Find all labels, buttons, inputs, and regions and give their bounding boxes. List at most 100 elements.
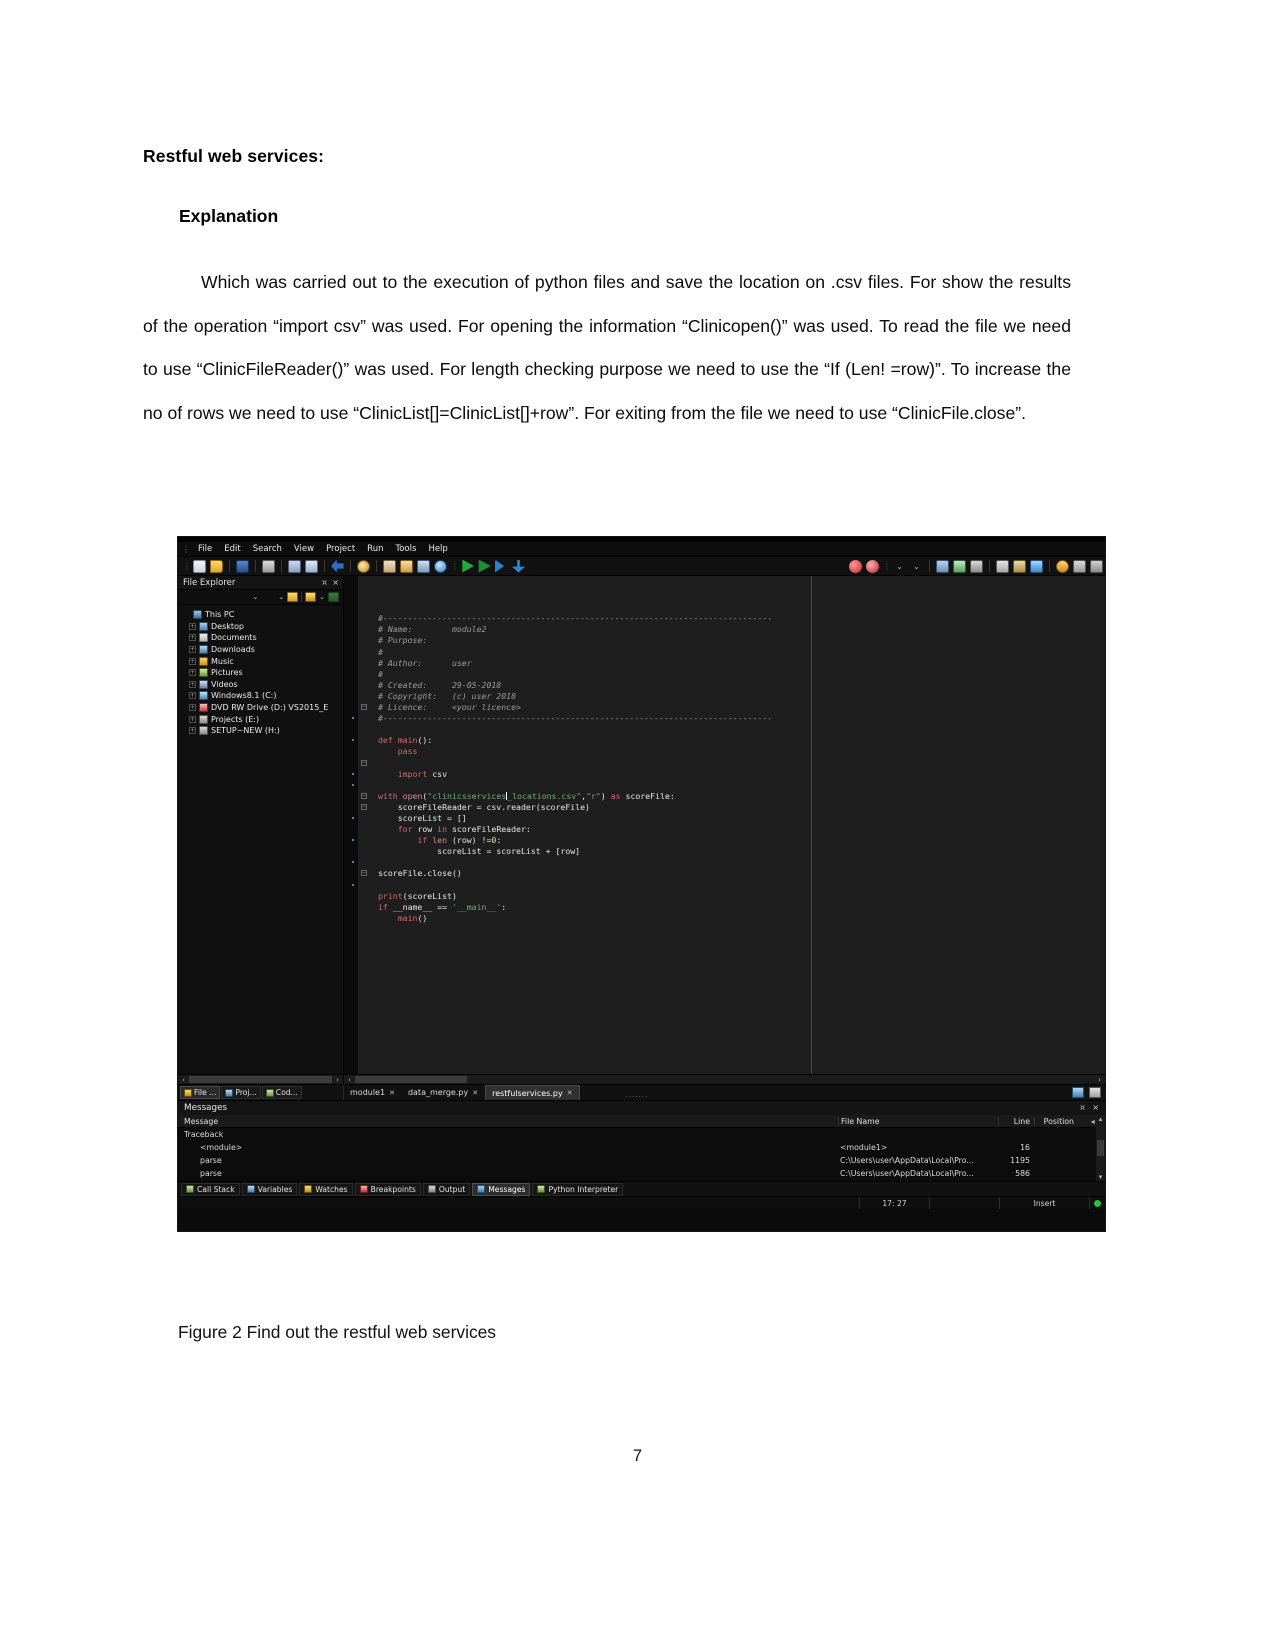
panel-icon[interactable] [1090, 559, 1103, 573]
tree-item[interactable]: + Documents [182, 632, 343, 644]
bottom-tab-python-interpreter[interactable]: Python Interpreter [532, 1182, 624, 1196]
find-icon[interactable] [357, 559, 370, 573]
explorer-filter-icon[interactable] [328, 592, 339, 602]
bottom-dock-tabs[interactable]: Call Stack Variables Watches Breakpoints Out… [178, 1181, 1105, 1196]
menu-item-edit[interactable]: Edit [218, 544, 246, 554]
tree-expander-icon[interactable]: + [189, 669, 196, 677]
fold-gutter-row[interactable] [358, 669, 374, 680]
editor-file-tabs[interactable]: module1 ✕ data_merge.py ✕ restfulservice… [344, 1085, 1105, 1100]
tree-item[interactable]: + Pictures [182, 667, 343, 679]
goto-icon[interactable] [400, 559, 413, 573]
fold-gutter-row[interactable] [358, 846, 374, 857]
scroll-right-arrow-icon[interactable]: › [333, 1076, 342, 1084]
fold-gutter-row[interactable] [358, 724, 374, 735]
tree-item[interactable]: + Downloads [182, 644, 343, 656]
tree-expander-icon[interactable]: + [189, 692, 196, 700]
fold-gutter-row[interactable] [358, 658, 374, 669]
file-explorer-header-buttons[interactable]: ⯏ × [322, 578, 340, 588]
fold-gutter-row[interactable] [358, 746, 374, 757]
close-icon[interactable]: × [332, 578, 340, 587]
menu-item-run[interactable]: Run [361, 544, 389, 554]
tab-file-explorer[interactable]: File ... [180, 1086, 221, 1099]
table-row[interactable]: <module> <module1> 16 [178, 1141, 1105, 1154]
close-icon[interactable]: ✕ [567, 1089, 573, 1097]
table-row[interactable]: Traceback [178, 1128, 1105, 1141]
tree-item[interactable]: + Projects (E:) [182, 713, 343, 725]
column-header-message[interactable]: Message [178, 1117, 838, 1126]
tree-expander-icon[interactable]: + [189, 727, 196, 735]
fold-gutter-row[interactable] [358, 613, 374, 624]
tree-expander-icon[interactable]: + [189, 715, 196, 723]
tree-item[interactable]: + Videos [182, 679, 343, 691]
fold-gutter-row[interactable] [358, 624, 374, 635]
scrollbar-thumb[interactable] [189, 1076, 332, 1083]
tree-expander-icon[interactable]: + [189, 622, 196, 630]
fold-gutter-row[interactable]: – [358, 791, 374, 802]
table-row[interactable]: parse C:\Users\user\AppData\Local\Pro... 5… [178, 1167, 1105, 1180]
new-file-icon[interactable] [193, 559, 206, 573]
fold-gutter-row[interactable] [358, 824, 374, 835]
cut-icon[interactable] [288, 559, 301, 573]
run-icon[interactable] [462, 559, 474, 573]
debug-icon[interactable] [478, 559, 491, 573]
fold-gutter-row[interactable] [358, 691, 374, 702]
file-explorer-hscrollbar[interactable]: ‹ › [178, 1074, 343, 1084]
editor-scrollbar-thumb[interactable] [355, 1076, 467, 1083]
breakpoint-gutter[interactable] [344, 576, 358, 1074]
copy-icon[interactable] [305, 559, 318, 573]
explorer-panel-tabs[interactable]: File ... Proj... Cod... [178, 1085, 344, 1100]
explorer-chevron-down-icon-1[interactable]: ⌄ [252, 593, 258, 601]
menu-item-help[interactable]: Help [422, 544, 453, 554]
undo-icon[interactable] [331, 559, 344, 573]
column-header-line[interactable]: Line [998, 1116, 1034, 1126]
fold-gutter-row[interactable] [358, 580, 374, 591]
scroll-up-arrow-icon[interactable]: ▴ [1099, 1115, 1103, 1123]
bottom-tab-output[interactable]: Output [422, 1182, 471, 1196]
file-tabs-right-controls[interactable] [1072, 1085, 1105, 1100]
menu-item-tools[interactable]: Tools [389, 544, 422, 554]
tree-item[interactable]: + Music [182, 655, 343, 667]
book-icon[interactable] [1013, 559, 1026, 573]
messages-table[interactable]: Message File Name Line Position ◂ ▸ Trac… [178, 1115, 1105, 1181]
clear-breakpoints-icon[interactable] [866, 559, 879, 573]
fold-gutter-row[interactable] [358, 635, 374, 646]
fold-gutter-row[interactable] [358, 647, 374, 658]
fold-gutter-row[interactable] [352, 880, 374, 891]
fold-gutter-row[interactable]: – [358, 868, 374, 879]
fold-collapse-icon[interactable]: – [361, 870, 367, 877]
menu-item-file[interactable]: File [192, 544, 218, 554]
chevron-down-icon-1[interactable]: ⌄ [893, 560, 906, 573]
comment-icon[interactable] [970, 559, 983, 573]
explorer-chevron-down-icon-2[interactable]: ⌄ [278, 593, 284, 601]
tree-item[interactable]: + Desktop [182, 621, 343, 633]
grid-icon[interactable] [1073, 559, 1086, 573]
step-over-icon[interactable] [495, 559, 505, 573]
pin-icon[interactable]: ⯏ [322, 578, 329, 587]
save-icon[interactable] [236, 559, 249, 573]
code-text[interactable]: #---------------------------------------… [374, 576, 1105, 1074]
fold-gutter-row[interactable] [352, 713, 374, 724]
fold-gutter-row[interactable]: – [358, 802, 374, 813]
menu-item-project[interactable]: Project [320, 544, 361, 554]
messages-scrollbar-thumb[interactable] [1097, 1140, 1104, 1156]
pin-icon[interactable]: ⯏ [1080, 1103, 1088, 1112]
fold-gutter-row[interactable] [358, 602, 374, 613]
menu-item-search[interactable]: Search [247, 544, 288, 554]
file-tab-data-merge[interactable]: data_merge.py ✕ [401, 1085, 486, 1100]
bottom-tab-call-stack[interactable]: Call Stack [181, 1182, 240, 1196]
replace-icon[interactable] [383, 559, 396, 573]
table-row[interactable]: parse C:\Users\user\AppData\Local\Pro... 1… [178, 1154, 1105, 1167]
fold-gutter-row[interactable] [358, 680, 374, 691]
print-icon[interactable] [262, 559, 275, 573]
close-icon[interactable]: × [1092, 1103, 1101, 1112]
editor-hscrollbar[interactable]: ‹ › [344, 1074, 1105, 1084]
step-into-icon[interactable] [512, 559, 525, 573]
explorer-dropdown-icon[interactable] [305, 592, 317, 602]
fold-gutter-row[interactable] [352, 735, 374, 746]
scroll-left-arrow-icon[interactable]: ‹ [179, 1076, 188, 1084]
fold-collapse-icon[interactable]: – [361, 792, 367, 799]
mark-icon[interactable] [1030, 559, 1043, 573]
fold-gutter-row[interactable]: – [358, 702, 374, 713]
file-tab-restfulservices[interactable]: restfulservices.py ✕ [485, 1085, 580, 1100]
main-toolbar[interactable]: ⋮ ⋮ ⋮ ⌄ ⌄ [178, 557, 1105, 576]
